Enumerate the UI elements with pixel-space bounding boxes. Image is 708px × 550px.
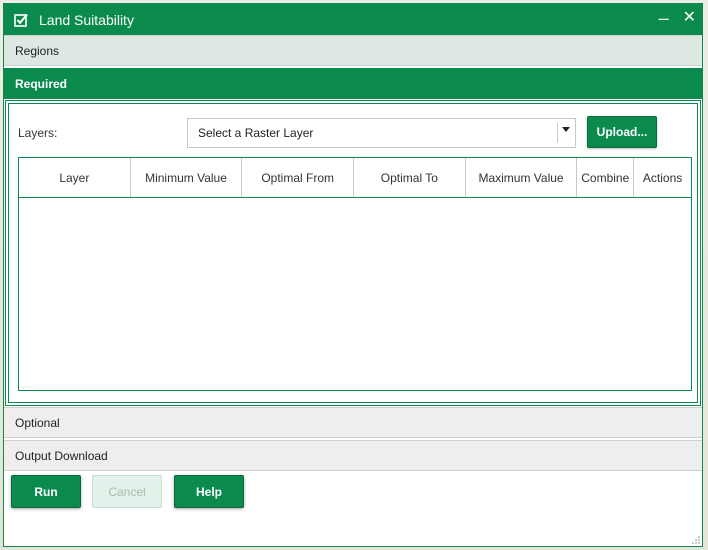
accordion-regions[interactable]: Regions bbox=[4, 35, 702, 66]
column-header-layer[interactable]: Layer bbox=[19, 158, 131, 197]
column-header-optimal-to[interactable]: Optimal To bbox=[354, 158, 466, 197]
accordion-required[interactable]: Required bbox=[4, 68, 702, 99]
select-divider bbox=[557, 123, 558, 143]
layers-label: Layers: bbox=[18, 126, 58, 140]
column-header-optimal-from[interactable]: Optimal From bbox=[242, 158, 355, 197]
land-suitability-window: Land Suitability – ✕ Regions Required La… bbox=[3, 3, 703, 547]
layers-table: Layer Minimum Value Optimal From Optimal… bbox=[18, 157, 692, 391]
minimize-icon[interactable]: – bbox=[659, 8, 669, 28]
required-panel: Layers: Select a Raster Layer Upload... … bbox=[5, 100, 701, 406]
upload-button[interactable]: Upload... bbox=[587, 116, 657, 148]
accordion-regions-label: Regions bbox=[15, 43, 60, 58]
window-titlebar[interactable]: Land Suitability – ✕ bbox=[4, 4, 702, 35]
resize-grip-icon[interactable] bbox=[692, 536, 700, 544]
checkbox-icon bbox=[14, 13, 28, 27]
accordion-optional[interactable]: Optional bbox=[4, 407, 702, 438]
column-header-maximum-value[interactable]: Maximum Value bbox=[466, 158, 578, 197]
raster-layer-select-value: Select a Raster Layer bbox=[198, 126, 314, 140]
column-header-minimum-value[interactable]: Minimum Value bbox=[131, 158, 243, 197]
accordion-optional-label: Optional bbox=[15, 415, 60, 430]
help-button[interactable]: Help bbox=[174, 475, 244, 508]
window-title: Land Suitability bbox=[39, 11, 134, 28]
run-button[interactable]: Run bbox=[11, 475, 81, 508]
accordion-output-download[interactable]: Output Download bbox=[4, 440, 702, 471]
column-header-combine[interactable]: Combine bbox=[577, 158, 635, 197]
chevron-down-icon[interactable] bbox=[562, 127, 570, 132]
close-icon[interactable]: ✕ bbox=[683, 8, 696, 28]
accordion-required-label: Required bbox=[15, 76, 68, 91]
table-body bbox=[19, 198, 691, 390]
accordion-output-download-label: Output Download bbox=[15, 448, 108, 463]
cancel-button[interactable]: Cancel bbox=[92, 475, 162, 508]
column-header-actions[interactable]: Actions bbox=[634, 158, 691, 197]
raster-layer-select[interactable]: Select a Raster Layer bbox=[187, 118, 576, 148]
table-header: Layer Minimum Value Optimal From Optimal… bbox=[19, 158, 691, 198]
